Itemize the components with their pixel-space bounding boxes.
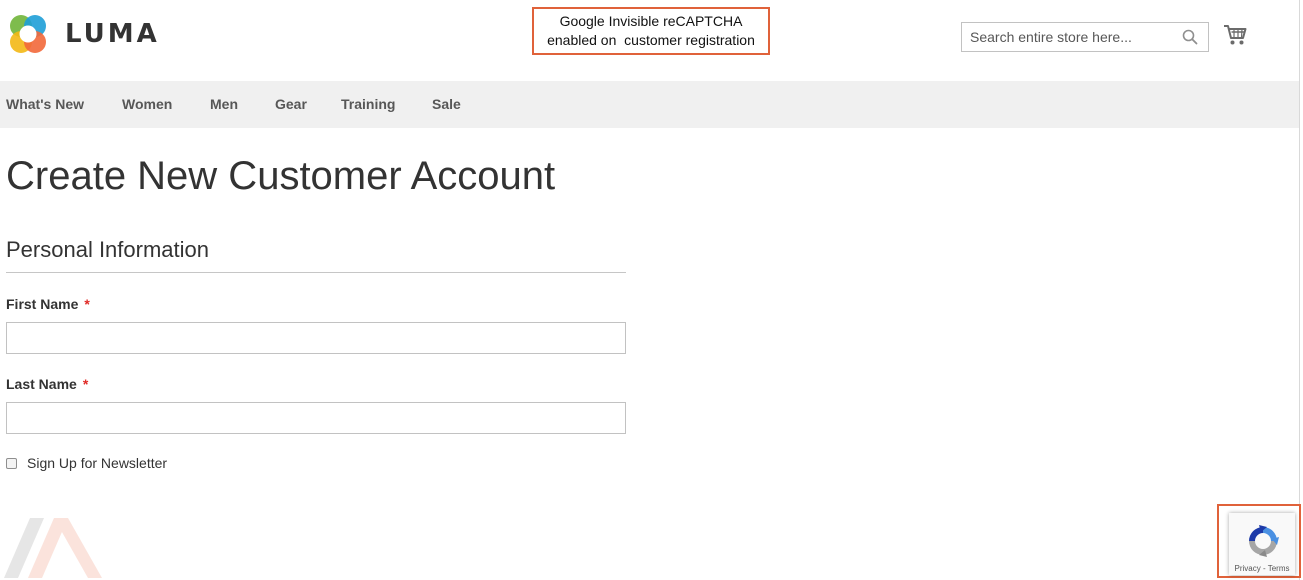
first-name-label-text: First Name bbox=[6, 296, 79, 312]
newsletter-row: Sign Up for Newsletter bbox=[6, 455, 167, 471]
newsletter-label[interactable]: Sign Up for Newsletter bbox=[27, 455, 167, 471]
search-icon[interactable] bbox=[1182, 29, 1198, 45]
main-navigation: What's New Women Men Gear Training Sale bbox=[0, 81, 1299, 128]
page-title: Create New Customer Account bbox=[6, 154, 556, 198]
cart-icon[interactable] bbox=[1223, 24, 1247, 46]
luma-logo-icon bbox=[10, 15, 46, 53]
callout-line-1: Google Invisible reCAPTCHA bbox=[559, 13, 743, 29]
page-right-border bbox=[1299, 0, 1300, 580]
first-name-label: First Name * bbox=[6, 296, 90, 312]
last-name-label-text: Last Name bbox=[6, 376, 77, 392]
search-box bbox=[961, 22, 1209, 52]
first-name-field[interactable] bbox=[6, 322, 626, 354]
recaptcha-links: Privacy - Terms bbox=[1229, 564, 1295, 573]
store-logo-link[interactable]: LUMA bbox=[6, 12, 160, 56]
nav-item-women[interactable]: Women bbox=[122, 81, 172, 128]
required-mark: * bbox=[82, 376, 89, 392]
nav-item-whats-new[interactable]: What's New bbox=[6, 81, 84, 128]
nav-item-training[interactable]: Training bbox=[341, 81, 395, 128]
last-name-field[interactable] bbox=[6, 402, 626, 434]
nav-item-gear[interactable]: Gear bbox=[275, 81, 307, 128]
callout-line-2: enabled on customer registration bbox=[547, 32, 755, 48]
recaptcha-icon bbox=[1249, 525, 1279, 557]
watermark-logo-icon bbox=[4, 518, 102, 578]
last-name-label: Last Name * bbox=[6, 376, 88, 392]
search-input[interactable] bbox=[962, 23, 1180, 51]
required-mark: * bbox=[84, 296, 90, 312]
newsletter-checkbox[interactable] bbox=[6, 457, 17, 469]
recaptcha-highlight-box: Privacy - Terms bbox=[1217, 504, 1301, 578]
link-separator: - bbox=[1262, 564, 1266, 573]
personal-information-legend: Personal Information bbox=[6, 236, 626, 273]
terms-link[interactable]: Terms bbox=[1268, 564, 1290, 573]
recaptcha-badge[interactable]: Privacy - Terms bbox=[1229, 513, 1295, 575]
brand-name: LUMA bbox=[65, 19, 160, 49]
privacy-link[interactable]: Privacy bbox=[1235, 564, 1261, 573]
nav-item-men[interactable]: Men bbox=[210, 81, 238, 128]
nav-item-sale[interactable]: Sale bbox=[432, 81, 461, 128]
recaptcha-callout-box: Google Invisible reCAPTCHA enabled on cu… bbox=[532, 7, 770, 55]
